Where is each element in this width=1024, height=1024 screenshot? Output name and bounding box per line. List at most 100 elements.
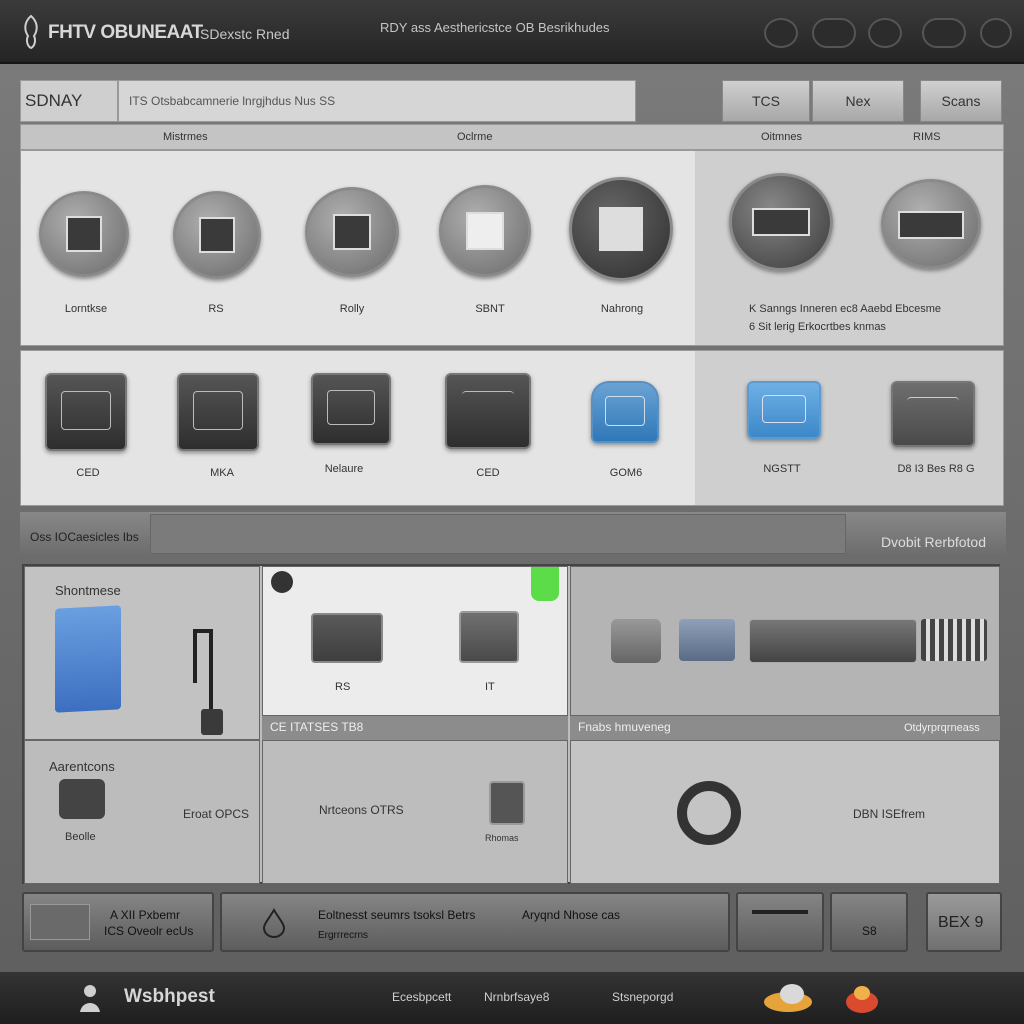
device-panel-square: CED MKA Nelaure CED GOM6 NGSTT D8 I3 Bes… (20, 350, 1004, 506)
detail-cell[interactable]: Shontmese (24, 566, 260, 740)
app-title: FHTV OBUNEAAT (48, 22, 203, 43)
catalog-column-header: Oitmnes (761, 131, 802, 143)
cell-header: CE ITATSES TB8 (262, 716, 568, 740)
connector-icon (611, 619, 661, 663)
device-module-icon (311, 613, 383, 663)
device-card[interactable] (729, 173, 833, 271)
status-item: Stsneporgd (612, 990, 674, 1004)
device-label: SBNT (475, 303, 505, 315)
detail-cell[interactable]: RS IT (262, 566, 568, 716)
section-label: Oss IOCaesicles Ibs (30, 530, 139, 544)
adapter-icon (59, 779, 105, 819)
water-drop-icon (262, 908, 286, 938)
scanner-icon (489, 781, 525, 825)
toolbar-button-1[interactable]: TCS (722, 80, 810, 122)
device-note: 6 Sit lerig Erkocrtbes knmas (749, 321, 886, 333)
device-card[interactable] (439, 185, 531, 277)
device-label: Lorntkse (64, 303, 108, 315)
device-card[interactable] (311, 373, 391, 445)
status-item: Ecesbpcett (392, 990, 452, 1004)
cell-label: Eroat OPCS (183, 807, 250, 821)
bottom-button-4[interactable]: S8 (830, 892, 908, 952)
status-brand: Wsbhpest (124, 986, 215, 1007)
close-icon[interactable] (980, 18, 1012, 48)
bottom-button-3[interactable] (736, 892, 824, 952)
app-logo-icon (24, 14, 38, 50)
scan-button[interactable]: Scans (920, 80, 1002, 122)
toggle-icon[interactable] (922, 18, 966, 48)
cable-strip-icon (749, 619, 917, 663)
device-card[interactable] (173, 191, 261, 279)
search-input[interactable]: ITS Otsbabcamnerie lnrgjhdus Nus SS (118, 80, 636, 122)
button-label: Ergrrrecrns (318, 930, 369, 941)
device-label: CED (476, 467, 500, 479)
cell-header-right: Otdyrprqrneass (904, 722, 980, 734)
manual-book-icon (55, 605, 121, 713)
bottom-button-5[interactable]: BEX 9 (926, 892, 1002, 952)
device-card[interactable] (591, 381, 659, 443)
app-subtitle: SDexstc Rned (200, 26, 290, 42)
detail-cell[interactable] (570, 566, 1000, 716)
cable-end-icon (921, 619, 987, 661)
device-card[interactable] (881, 179, 981, 269)
section-filter-input[interactable] (150, 514, 846, 554)
detail-cell[interactable]: Aarentcons Beolle Eroat OPCS (24, 740, 260, 884)
online-indicator-icon (531, 567, 559, 601)
cell-title: Shontmese (55, 583, 121, 598)
toolbar-button-2[interactable]: Nex (812, 80, 904, 122)
cable-icon (193, 629, 223, 735)
user-icon (80, 985, 100, 1012)
cell-text: DBN ISEfrem (853, 807, 926, 821)
detail-cell[interactable]: Nrtceons OTRS Rhomas (262, 740, 568, 884)
device-card[interactable] (45, 373, 127, 451)
button-label: Eoltnesst seumrs tsoksl Betrs (318, 908, 476, 922)
bottom-button-1[interactable]: A XII Pxbemr ICS Oveolr ecUs (22, 892, 214, 952)
device-card[interactable] (747, 381, 821, 439)
connector-icon (679, 619, 735, 661)
title-bar: FHTV OBUNEAAT SDexstc Rned RDY ass Aesth… (0, 0, 1024, 64)
device-label: D8 I3 Bes R8 G (897, 463, 975, 475)
status-item: Nrnbrfsaye8 (484, 990, 550, 1004)
search-label: SDNAY (20, 80, 118, 122)
button-label: Aryqnd Nhose cas (522, 908, 621, 922)
device-card[interactable] (39, 191, 129, 277)
ring-icon (677, 781, 741, 845)
section-bar: Oss IOCaesicles Ibs Dvobit Rerbfotod (20, 512, 1006, 556)
catalog-column-header: Mistrmes (163, 131, 208, 143)
device-card[interactable] (305, 187, 399, 277)
device-card[interactable] (177, 373, 259, 451)
status-bar: Wsbhpest Ecesbpcett Nrnbrfsaye8 Stsnepor… (0, 972, 1024, 1024)
detail-grid: Shontmese RS IT CE ITATSES TB8 Fnabs hmu… (22, 564, 1000, 884)
alert-icon[interactable] (842, 982, 882, 1014)
device-card[interactable] (569, 177, 673, 281)
module-label: RS (335, 681, 351, 693)
device-label: Rolly (339, 303, 365, 315)
button-label: ICS Oveolr ecUs (104, 924, 194, 938)
cell-label: Beolle (65, 831, 96, 843)
catalog-column-header: Oclrme (457, 131, 493, 143)
settings-icon[interactable] (764, 18, 798, 48)
cell-title: Aarentcons (49, 759, 115, 774)
catalog-header: Mistrmes Oclrme Oitmnes RIMS (20, 124, 1004, 150)
section-right-label: Dvobit Rerbfotod (880, 534, 986, 550)
catalog-column-header: RIMS (913, 131, 941, 143)
device-label: CED (76, 467, 100, 479)
button-label: A XII Pxbemr (110, 908, 181, 922)
device-note: K Sanngs Inneren ec8 Aaebd Ebcesme (749, 303, 942, 315)
status-dot-icon (271, 571, 293, 593)
cloud-icon[interactable] (812, 18, 856, 48)
line-icon (752, 910, 808, 914)
button-thumb-icon (30, 904, 90, 940)
cloud-icon[interactable] (762, 982, 814, 1014)
device-card[interactable] (891, 381, 975, 447)
device-card[interactable] (445, 373, 531, 449)
module-label: IT (485, 681, 495, 693)
search-toolbar: SDNAY ITS Otsbabcamnerie lnrgjhdus Nus S… (20, 80, 1006, 124)
app-tagline: RDY ass Aesthericstce OB Besrikhudes (380, 20, 610, 35)
bottom-button-2[interactable]: Eoltnesst seumrs tsoksl Betrs Ergrrrecrn… (220, 892, 730, 952)
device-label: RS (208, 303, 224, 315)
device-label: Nahrong (600, 303, 644, 315)
detail-cell[interactable]: DBN ISEfrem (570, 740, 1000, 884)
power-icon[interactable] (868, 18, 902, 48)
device-label: GOM6 (609, 467, 643, 479)
